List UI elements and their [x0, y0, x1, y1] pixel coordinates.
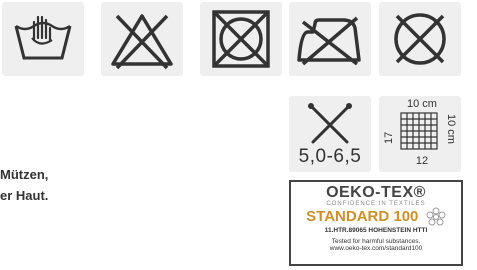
- needle-size-value: 5,0-6,5: [298, 146, 362, 167]
- iron-low-heat-icon: [297, 16, 361, 66]
- do-not-bleach-tile: [101, 2, 183, 76]
- oeko-tex-title: OEKO-TEX®: [326, 184, 426, 201]
- gauge-stitches-label: 12: [415, 155, 429, 167]
- gauge-height-label: 10 cm: [445, 114, 457, 144]
- description-line-2: er Haut.: [0, 188, 49, 203]
- hand-wash-tile: [2, 2, 84, 76]
- iron-tile: [289, 2, 371, 76]
- gauge-tile: 10 cm 10 cm 17 12: [379, 96, 461, 172]
- gauge-rows-label: 17: [383, 131, 395, 144]
- oeko-tex-url: www.oeko-tex.com/standard100: [329, 245, 423, 252]
- do-not-tumble-dry-icon: [212, 10, 270, 68]
- product-description: Mützen, er Haut.: [0, 164, 48, 206]
- knitting-needles-icon: [308, 103, 352, 144]
- do-not-bleach-icon: [111, 14, 173, 70]
- oeko-tex-certificate-id: 11.HTR.89065 HOHENSTEIN HTTI: [324, 227, 428, 234]
- do-not-tumble-dry-tile: [200, 2, 282, 76]
- do-not-dry-clean-tile: [379, 2, 461, 76]
- oeko-tex-flower-icon: [426, 207, 446, 226]
- do-not-dry-clean-icon: [394, 13, 446, 65]
- hand-wash-icon: [14, 15, 72, 60]
- oeko-tex-label: OEKO-TEX® CONFIDENCE IN TEXTILES STANDAR…: [289, 180, 463, 266]
- description-line-1: Mützen,: [0, 167, 49, 182]
- needle-size-tile: 5,0-6,5: [289, 96, 371, 172]
- oeko-tex-tested-text: Tested for harmful substances.: [331, 238, 421, 245]
- oeko-tex-standard: STANDARD 100: [306, 208, 419, 226]
